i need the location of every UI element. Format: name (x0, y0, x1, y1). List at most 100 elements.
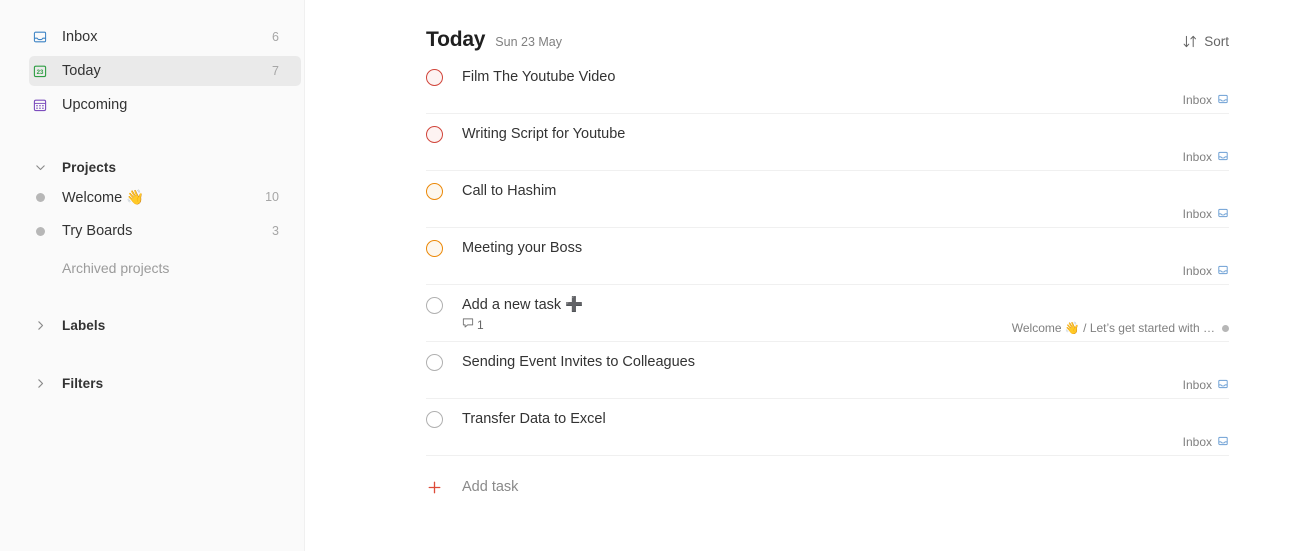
task-checkbox[interactable] (426, 126, 443, 143)
inbox-icon (1217, 150, 1229, 165)
task-project-tag[interactable]: Inbox (1183, 264, 1229, 279)
task-view: Today Sun 23 May Sort Film The Youtube V… (426, 0, 1229, 501)
task-meta: 1 Welcome 👋 / Let’s get started with … (426, 317, 1229, 339)
sidebar-item-count: 6 (272, 30, 279, 44)
comment-count-value: 1 (477, 317, 484, 332)
sidebar: Inbox 6 23 Today 7 Upcoming Projects Wel… (0, 0, 305, 551)
sort-label: Sort (1204, 34, 1229, 49)
comment-icon (462, 317, 474, 332)
project-dot-icon (1222, 324, 1229, 332)
task-row[interactable]: Sending Event Invites to Colleagues Inbo… (426, 342, 1229, 399)
task-title[interactable]: Film The Youtube Video (462, 68, 615, 87)
task-main: Meeting your Boss (426, 239, 1229, 258)
task-title[interactable]: Writing Script for Youtube (462, 125, 625, 144)
task-main: Sending Event Invites to Colleagues (426, 353, 1229, 372)
task-meta: Inbox (426, 260, 1229, 282)
sidebar-item-upcoming[interactable]: Upcoming (29, 90, 301, 120)
filters-section-title: Filters (62, 375, 104, 391)
project-label: Welcome 👋 (62, 189, 145, 206)
task-project-tag[interactable]: Inbox (1183, 150, 1229, 165)
page-date: Sun 23 May (495, 35, 563, 49)
sidebar-item-label: Today (62, 63, 101, 79)
task-project-tag[interactable]: Welcome 👋 / Let’s get started with … (1012, 321, 1229, 335)
sort-button[interactable]: Sort (1182, 34, 1229, 49)
task-meta: Inbox (426, 89, 1229, 111)
sidebar-item-label: Inbox (62, 29, 98, 45)
task-comment-count[interactable]: 1 (462, 317, 484, 332)
task-title[interactable]: Transfer Data to Excel (462, 410, 606, 429)
task-row[interactable]: Writing Script for Youtube Inbox (426, 114, 1229, 171)
upcoming-calendar-icon (29, 97, 51, 113)
task-meta: Inbox (426, 203, 1229, 225)
task-checkbox[interactable] (426, 69, 443, 86)
chevron-right-icon (29, 320, 51, 331)
projects-section-header[interactable]: Projects (29, 152, 301, 182)
task-title[interactable]: Add a new task ➕ (462, 296, 583, 315)
task-main: Call to Hashim (426, 182, 1229, 201)
task-main: Film The Youtube Video (426, 68, 1229, 87)
sidebar-project-try-boards[interactable]: Try Boards 3 (29, 216, 301, 246)
project-dot-icon (29, 192, 51, 202)
task-row[interactable]: Transfer Data to Excel Inbox (426, 399, 1229, 456)
task-checkbox[interactable] (426, 240, 443, 257)
main-content: Today Sun 23 May Sort Film The Youtube V… (305, 0, 1316, 551)
page-title: Today (426, 28, 486, 51)
task-checkbox[interactable] (426, 297, 443, 314)
inbox-icon (1217, 93, 1229, 108)
task-project-tag[interactable]: Inbox (1183, 435, 1229, 450)
labels-section-header[interactable]: Labels (29, 310, 301, 340)
labels-section-title: Labels (62, 317, 106, 333)
task-title[interactable]: Call to Hashim (462, 182, 556, 201)
task-checkbox[interactable] (426, 354, 443, 371)
inbox-icon (1217, 207, 1229, 222)
task-checkbox[interactable] (426, 411, 443, 428)
chevron-right-icon (29, 378, 51, 389)
view-header: Today Sun 23 May (426, 0, 1229, 51)
task-project-tag[interactable]: Inbox (1183, 93, 1229, 108)
sidebar-item-inbox[interactable]: Inbox 6 (29, 22, 301, 52)
svg-text:23: 23 (37, 69, 44, 76)
filters-section-header[interactable]: Filters (29, 368, 301, 398)
inbox-icon (1217, 435, 1229, 450)
task-title[interactable]: Sending Event Invites to Colleagues (462, 353, 695, 372)
task-row[interactable]: Film The Youtube Video Inbox (426, 57, 1229, 114)
task-meta: Inbox (426, 431, 1229, 453)
task-main: Transfer Data to Excel (426, 410, 1229, 429)
task-project-label: Inbox (1182, 435, 1212, 449)
inbox-icon (1217, 378, 1229, 393)
task-list: Film The Youtube Video Inbox Writing Scr… (426, 57, 1229, 456)
task-project-label: Welcome 👋 / Let’s get started with … (1011, 321, 1215, 335)
sidebar-item-count: 7 (272, 64, 279, 78)
task-project-tag[interactable]: Inbox (1183, 378, 1229, 393)
sidebar-item-today[interactable]: 23 Today 7 (29, 56, 301, 86)
task-meta: Inbox (426, 146, 1229, 168)
task-meta: Inbox (426, 374, 1229, 396)
add-task-button[interactable]: Add task (426, 473, 1229, 501)
sort-arrows-icon (1182, 34, 1198, 49)
project-label: Try Boards (62, 223, 133, 239)
add-task-label: Add task (462, 479, 519, 495)
task-row[interactable]: Meeting your Boss Inbox (426, 228, 1229, 285)
inbox-icon (1217, 264, 1229, 279)
task-project-label: Inbox (1182, 207, 1212, 221)
task-project-label: Inbox (1182, 264, 1212, 278)
plus-icon (426, 480, 443, 495)
task-project-label: Inbox (1182, 150, 1212, 164)
archived-projects-link[interactable]: Archived projects (62, 254, 304, 282)
sidebar-project-welcome[interactable]: Welcome 👋 10 (29, 182, 301, 212)
task-row[interactable]: Call to Hashim Inbox (426, 171, 1229, 228)
task-title[interactable]: Meeting your Boss (462, 239, 582, 258)
todoist-app-window: Inbox 6 23 Today 7 Upcoming Projects Wel… (0, 0, 1316, 551)
task-project-tag[interactable]: Inbox (1183, 207, 1229, 222)
projects-section-title: Projects (62, 159, 117, 175)
project-count: 3 (272, 224, 279, 238)
task-main: Writing Script for Youtube (426, 125, 1229, 144)
task-row[interactable]: Add a new task ➕ 1 Welcome � (426, 285, 1229, 342)
task-project-label: Inbox (1182, 378, 1212, 392)
project-dot-icon (29, 226, 51, 236)
project-count: 10 (265, 190, 279, 204)
task-checkbox[interactable] (426, 183, 443, 200)
